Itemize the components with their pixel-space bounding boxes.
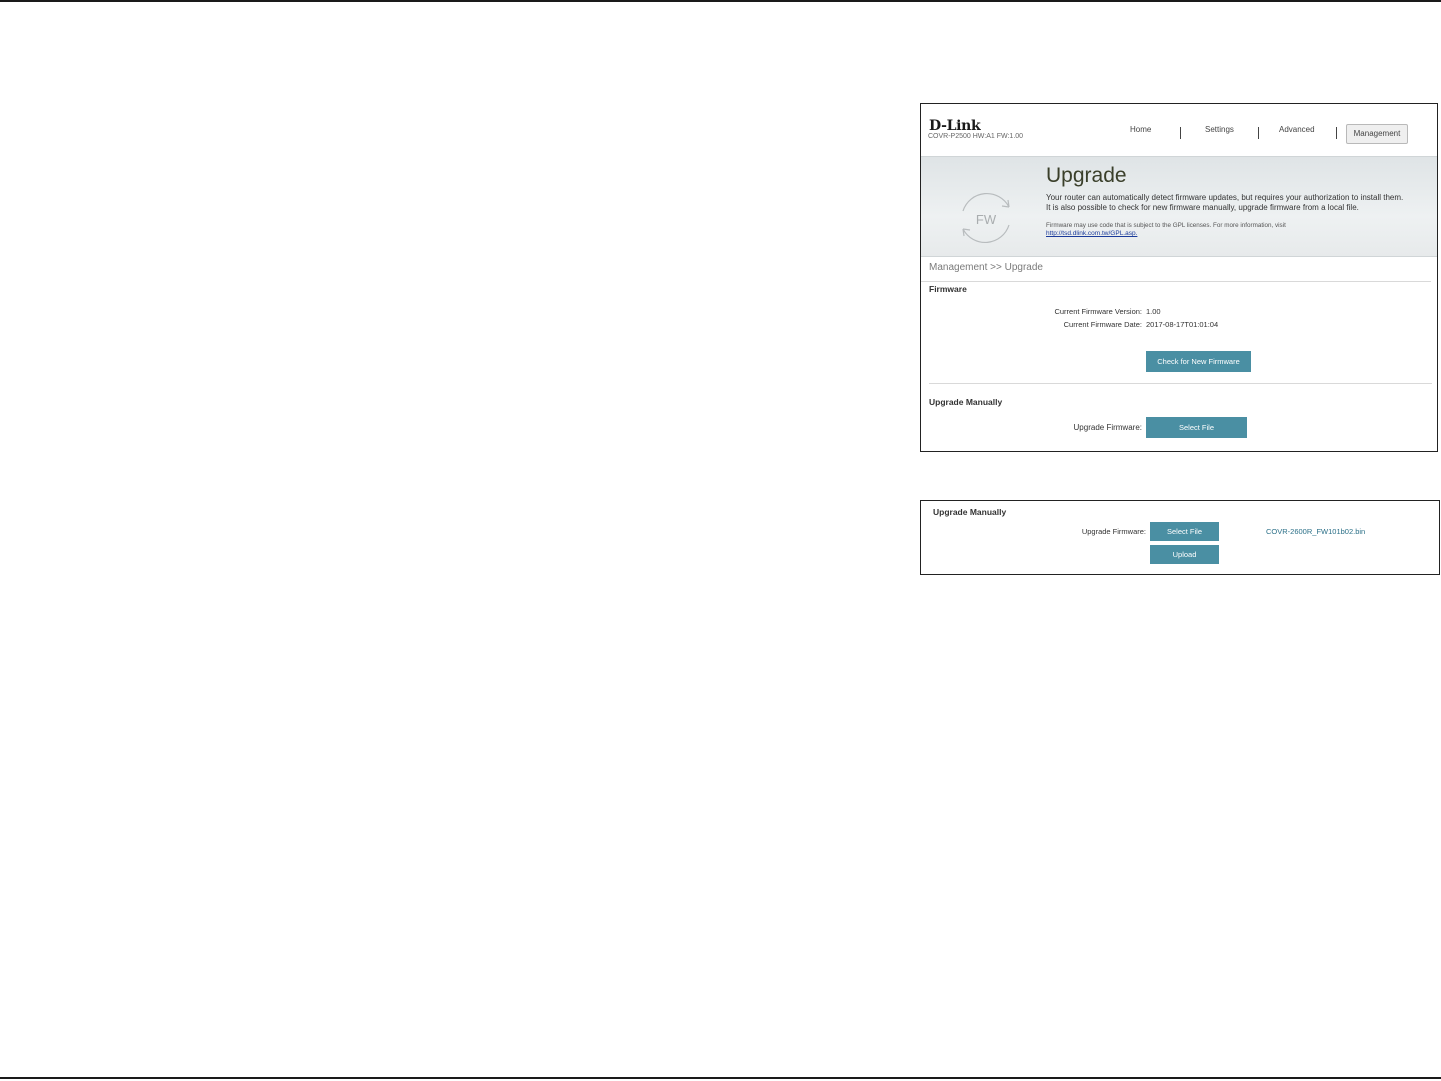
- upgrade-firmware-label: Upgrade Firmware:: [1081, 527, 1146, 536]
- fw-icon-label: FW: [976, 212, 997, 227]
- firmware-version-label: Current Firmware Version:: [1054, 307, 1142, 316]
- firmware-date-label: Current Firmware Date:: [1063, 320, 1142, 329]
- nav-separator: [1336, 127, 1337, 139]
- banner-description: Your router can automatically detect fir…: [1046, 193, 1404, 202]
- nav-home[interactable]: Home: [1130, 125, 1151, 134]
- page-title: Upgrade: [1046, 164, 1127, 187]
- divider: [929, 383, 1432, 384]
- nav-management[interactable]: Management: [1346, 124, 1408, 144]
- top-rule: [0, 0, 1441, 2]
- upgrade-firmware-label: Upgrade Firmware:: [1073, 423, 1142, 432]
- firmware-section-title: Firmware: [929, 284, 967, 294]
- gpl-link[interactable]: http://tsd.dlink.com.tw/GPL.asp.: [1046, 230, 1137, 237]
- selected-filename: COVR-2600R_FW101b02.bin: [1266, 527, 1366, 536]
- gpl-note: Firmware may use code that is subject to…: [1046, 222, 1286, 229]
- upgrade-manually-section-title: Upgrade Manually: [933, 507, 1007, 517]
- upgrade-manually-upload-screenshot: Upgrade Manually Upgrade Firmware: Selec…: [920, 500, 1440, 575]
- breadcrumb: Management >> Upgrade: [929, 262, 1043, 273]
- upgrade-page-screenshot: D-Link COVR-P2500 HW:A1 FW:1.00 Home Set…: [920, 103, 1438, 452]
- banner-description: It is also possible to check for new fir…: [1046, 203, 1359, 212]
- firmware-refresh-icon: FW: [962, 192, 1010, 244]
- upload-button[interactable]: Upload: [1150, 545, 1219, 564]
- check-firmware-button[interactable]: Check for New Firmware: [1146, 351, 1251, 372]
- firmware-date-value: 2017-08-17T01:01:04: [1146, 320, 1219, 329]
- select-file-button[interactable]: Select File: [1146, 417, 1247, 438]
- nav-separator: [1258, 127, 1259, 139]
- upgrade-banner: FW Upgrade Your router can automatically…: [921, 156, 1437, 257]
- nav-advanced[interactable]: Advanced: [1279, 125, 1315, 134]
- dlink-logo: D-Link: [929, 118, 981, 134]
- bottom-rule: [0, 1077, 1441, 1079]
- model-info: COVR-P2500 HW:A1 FW:1.00: [928, 133, 1024, 140]
- divider: [921, 281, 1431, 282]
- router-header: D-Link COVR-P2500 HW:A1 FW:1.00 Home Set…: [921, 104, 1437, 156]
- nav-separator: [1180, 127, 1181, 139]
- nav-settings[interactable]: Settings: [1205, 125, 1234, 134]
- select-file-button[interactable]: Select File: [1150, 522, 1219, 541]
- firmware-version-value: 1.00: [1146, 307, 1161, 316]
- upgrade-manually-section-title: Upgrade Manually: [929, 397, 1003, 407]
